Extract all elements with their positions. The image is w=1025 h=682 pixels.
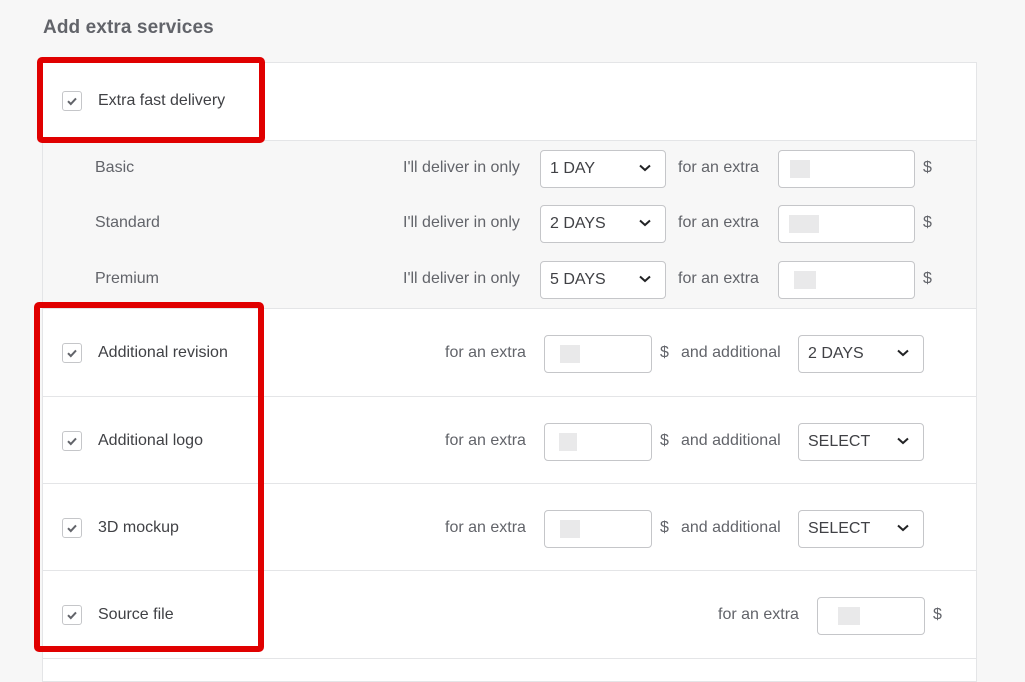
for-an-extra-label: for an extra [445,519,526,536]
standard-delivery-select[interactable]: 2 DAYS [540,205,666,243]
additional-logo-time-value: SELECT [808,433,871,450]
additional-logo-checkbox[interactable] [62,431,82,451]
extra-row-3d-mockup: 3D mockup for an extra $ and additional … [43,484,976,571]
3d-mockup-time-value: SELECT [808,520,871,537]
basic-delivery-select[interactable]: 1 DAY [540,150,666,188]
additional-revision-price-input[interactable] [544,335,652,373]
checkmark-icon [67,437,77,446]
3d-mockup-price-input[interactable] [544,510,652,548]
tier-name-standard: Standard [95,214,160,231]
extra-row-additional-revision: Additional revision for an extra $ and a… [43,309,976,397]
and-additional-label: and additional [681,519,781,536]
additional-logo-time-select[interactable]: SELECT [798,423,924,461]
for-an-extra-label: for an extra [678,214,759,231]
chevron-down-icon [639,275,651,283]
currency-symbol: $ [923,270,932,287]
section-title: Add extra services [43,17,214,38]
premium-price-input[interactable] [778,261,915,299]
currency-symbol: $ [923,159,932,176]
redacted-price [559,433,577,451]
standard-delivery-value: 2 DAYS [550,215,606,232]
additional-revision-time-value: 2 DAYS [808,345,864,362]
extra-row-additional-logo: Additional logo for an extra $ and addit… [43,397,976,484]
for-an-extra-label: for an extra [445,344,526,361]
tier-name-basic: Basic [95,159,135,176]
extra-row-source-file: Source file for an extra $ [43,571,976,659]
extra-fast-delivery-row: Extra fast delivery [43,63,976,141]
currency-symbol: $ [660,519,669,536]
deliver-in-label: I'll deliver in only [403,270,520,287]
currency-symbol: $ [923,214,932,231]
for-an-extra-label: for an extra [445,432,526,449]
for-an-extra-label: for an extra [678,270,759,287]
redacted-price [838,607,860,625]
extra-fast-delivery-checkbox[interactable] [62,91,82,111]
currency-symbol: $ [660,432,669,449]
3d-mockup-label: 3D mockup [98,519,179,536]
additional-logo-price-input[interactable] [544,423,652,461]
checkmark-icon [67,97,77,106]
delivery-tiers: Basic I'll deliver in only 1 DAY for an … [43,141,976,309]
basic-price-input[interactable] [778,150,915,188]
additional-revision-checkbox[interactable] [62,343,82,363]
and-additional-label: and additional [681,344,781,361]
premium-delivery-value: 5 DAYS [550,271,606,288]
deliver-in-label: I'll deliver in only [403,159,520,176]
chevron-down-icon [639,219,651,227]
basic-delivery-value: 1 DAY [550,160,596,177]
chevron-down-icon [639,164,651,172]
redacted-price [560,345,580,363]
chevron-down-icon [897,349,909,357]
source-file-label: Source file [98,606,174,623]
chevron-down-icon [897,437,909,445]
chevron-down-icon [897,524,909,532]
redacted-price [789,215,819,233]
redacted-price [560,520,580,538]
checkmark-icon [67,611,77,620]
checkmark-icon [67,524,77,533]
premium-delivery-select[interactable]: 5 DAYS [540,261,666,299]
additional-revision-label: Additional revision [98,344,228,361]
source-file-checkbox[interactable] [62,605,82,625]
checkmark-icon [67,349,77,358]
extra-fast-delivery-label: Extra fast delivery [98,92,226,109]
redacted-price [794,271,816,289]
source-file-price-input[interactable] [817,597,925,635]
3d-mockup-checkbox[interactable] [62,518,82,538]
additional-logo-label: Additional logo [98,432,203,449]
for-an-extra-label: for an extra [718,606,799,623]
additional-revision-time-select[interactable]: 2 DAYS [798,335,924,373]
currency-symbol: $ [660,344,669,361]
redacted-price [790,160,810,178]
tier-name-premium: Premium [95,270,160,287]
and-additional-label: and additional [681,432,781,449]
currency-symbol: $ [933,606,942,623]
extra-services-panel: Extra fast delivery Basic I'll deliver i… [42,62,977,682]
for-an-extra-label: for an extra [678,159,759,176]
3d-mockup-time-select[interactable]: SELECT [798,510,924,548]
standard-price-input[interactable] [778,205,915,243]
deliver-in-label: I'll deliver in only [403,214,520,231]
